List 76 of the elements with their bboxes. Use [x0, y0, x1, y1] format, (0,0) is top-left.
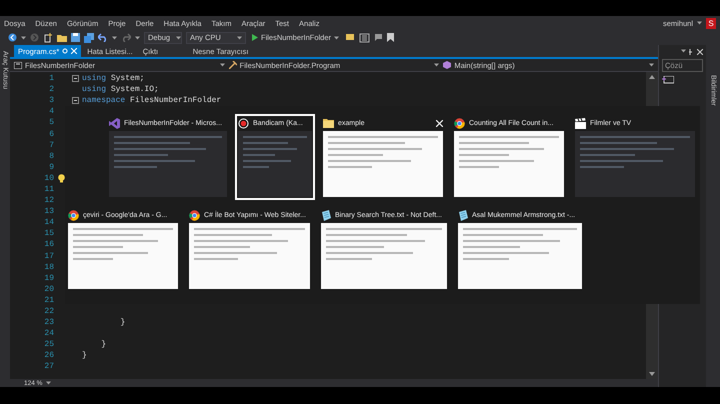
monitor-icon[interactable]	[662, 76, 674, 85]
line-number: 22	[43, 307, 54, 316]
class-icon	[228, 61, 237, 69]
line-number: 12	[43, 196, 54, 206]
line-number: 4	[48, 107, 54, 116]
scroll-down-icon[interactable]	[649, 372, 655, 376]
caret-icon	[135, 36, 140, 40]
line-number: 13	[43, 207, 54, 216]
line-number: 2	[48, 85, 54, 94]
caret-icon	[237, 36, 242, 40]
scroll-up-icon[interactable]	[649, 75, 655, 79]
line-number: 20	[43, 284, 54, 294]
chrome-icon	[189, 210, 200, 220]
caret-icon	[21, 36, 26, 40]
code-line: }	[82, 351, 87, 360]
caret-icon	[176, 36, 182, 40]
line-number: 1	[48, 74, 54, 84]
line-number: 5	[48, 118, 54, 128]
bookmark-icon[interactable]	[387, 33, 394, 42]
chrome-icon	[454, 118, 465, 128]
line-number: 11	[43, 184, 54, 194]
line-number: 23	[43, 318, 54, 328]
notepad-icon	[458, 210, 468, 220]
code-line: using System.IO;	[82, 85, 159, 94]
play-icon	[252, 34, 258, 41]
ribbon-icon	[109, 118, 120, 128]
solution-icon[interactable]	[359, 32, 370, 42]
line-number: 3	[48, 96, 54, 106]
code-line: using System;	[82, 74, 144, 84]
collapse-icon[interactable]	[72, 97, 78, 104]
line-number: 8	[48, 152, 54, 161]
caret-icon	[649, 63, 654, 67]
caret-icon	[681, 49, 686, 53]
line-number: 14	[43, 218, 54, 228]
caret-icon	[697, 21, 702, 25]
line-number: 16	[43, 240, 54, 250]
caret-icon	[220, 63, 225, 67]
line-number: 26	[43, 351, 54, 360]
lightbulb-icon[interactable]	[58, 174, 64, 183]
line-number: 25	[43, 340, 54, 350]
caret-icon	[112, 36, 117, 40]
new-project-icon[interactable]	[43, 32, 53, 42]
open-folder-icon[interactable]	[57, 33, 67, 42]
line-number: 24	[43, 329, 54, 338]
line-number: 27	[43, 362, 54, 372]
notepad-icon	[321, 210, 331, 220]
line-number: 9	[48, 162, 54, 172]
caret-icon	[434, 63, 440, 67]
record-icon	[238, 118, 249, 128]
code-line: namespace FilesNumberInFolder	[82, 96, 222, 106]
project-icon	[14, 62, 22, 68]
line-number: 6	[48, 130, 54, 139]
clapperboard-icon	[575, 118, 586, 128]
back-icon[interactable]	[8, 33, 17, 42]
caret-icon	[46, 381, 52, 385]
caret-icon	[334, 36, 340, 40]
method-icon	[443, 61, 452, 69]
save-all-icon[interactable]	[84, 32, 94, 42]
redo-icon[interactable]	[121, 33, 131, 42]
line-number: 10	[43, 174, 54, 183]
code-line: }	[100, 340, 106, 350]
line-number: 19	[43, 274, 54, 283]
save-icon[interactable]	[71, 33, 80, 42]
comment-icon[interactable]	[374, 33, 384, 42]
line-number: 21	[43, 296, 54, 305]
user-avatar[interactable]: S	[706, 18, 716, 28]
close-icon[interactable]	[697, 49, 703, 55]
code-line: }	[119, 318, 126, 328]
line-number: 15	[43, 229, 54, 238]
line-number: 17	[43, 252, 54, 261]
line-number: 18	[43, 262, 54, 272]
chrome-icon	[68, 210, 79, 220]
folder-icon	[323, 118, 334, 128]
undo-icon[interactable]	[98, 33, 108, 42]
collapse-icon[interactable]	[72, 75, 78, 82]
line-number: 7	[48, 140, 54, 150]
